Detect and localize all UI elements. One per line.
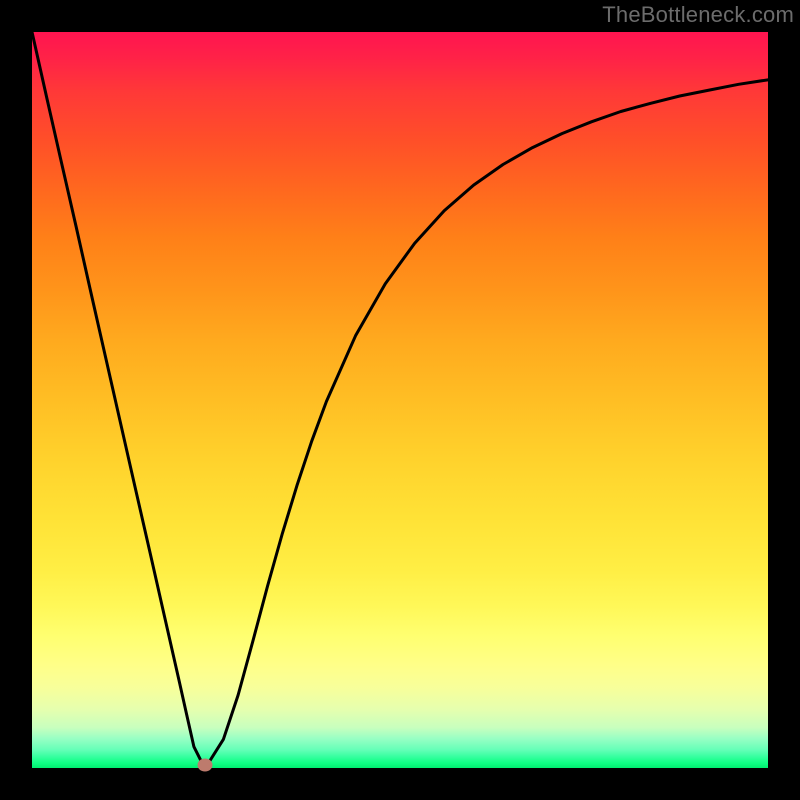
optimal-point-dot xyxy=(197,759,212,772)
gradient-plot-area xyxy=(32,32,768,768)
bottleneck-curve xyxy=(32,32,768,768)
chart-frame: TheBottleneck.com xyxy=(0,0,800,800)
watermark-text: TheBottleneck.com xyxy=(602,2,794,28)
